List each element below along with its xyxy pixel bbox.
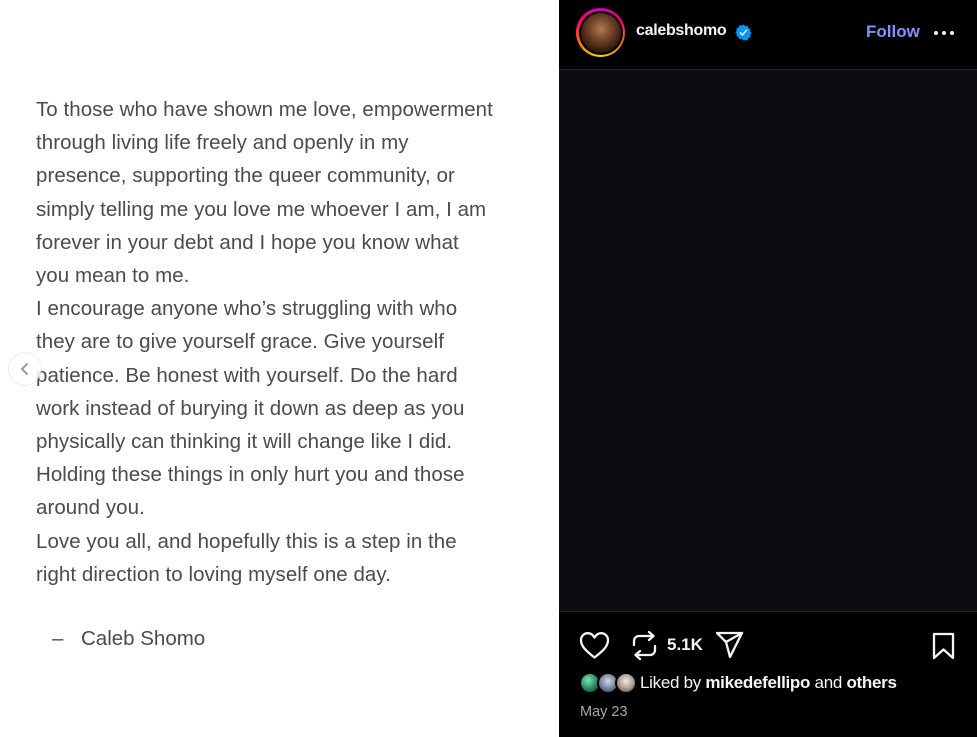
post-text-line: Holding these things in only hurt you an…	[36, 463, 465, 487]
post-text-line: I encourage anyone who’s struggling with…	[36, 297, 458, 321]
username-link[interactable]: calebshomo	[636, 22, 727, 40]
post-header: calebshomo Follow	[559, 0, 977, 70]
post-text-line: patience. Be honest with yourself. Do th…	[36, 363, 458, 387]
bookmark-icon[interactable]	[931, 632, 956, 660]
signature-dash: –	[52, 627, 64, 650]
post-image-text: To those who have shown me love, empower…	[36, 93, 536, 591]
post-signature: – Caleb Shomo	[52, 622, 205, 655]
post-side-panel: calebshomo Follow 5.1K Liked by mikedefe…	[559, 0, 977, 737]
liked-by-conjunction: and	[814, 673, 843, 692]
post-media: To those who have shown me love, empower…	[0, 0, 559, 737]
post-date[interactable]: May 23	[580, 704, 628, 720]
signature-name: Caleb Shomo	[81, 627, 206, 650]
avatar[interactable]	[576, 8, 625, 57]
repost-icon[interactable]	[630, 630, 659, 661]
post-text-line: forever in your debt and I hope you know…	[36, 230, 459, 254]
post-text-line: right direction to loving myself one day…	[36, 562, 391, 586]
liked-by-user-link[interactable]: mikedefellipo	[705, 673, 810, 692]
carousel-prev-button[interactable]	[9, 353, 41, 385]
avatar-image	[580, 12, 621, 53]
post-text-line: simply telling me you love me whoever I …	[36, 197, 487, 221]
post-text-line: they are to give yourself grace. Give yo…	[36, 330, 444, 354]
follow-button[interactable]: Follow	[866, 22, 920, 42]
liked-by-prefix: Liked by	[640, 673, 701, 692]
post-text-line: around you.	[36, 496, 145, 520]
send-icon[interactable]	[715, 631, 744, 660]
post-text-line: work instead of burying it down as deep …	[36, 396, 465, 420]
heart-icon[interactable]	[579, 631, 610, 660]
liked-by-others-link[interactable]: others	[846, 673, 896, 692]
post-text-line: To those who have shown me love, empower…	[36, 98, 493, 121]
chevron-left-icon	[21, 363, 28, 375]
avatar-ring-gap	[578, 10, 623, 55]
post-text-line: physically can thinking it will change l…	[36, 430, 453, 454]
liked-by-text: Liked by mikedefellipo and others	[640, 673, 897, 693]
more-options-icon[interactable]	[933, 24, 955, 42]
verified-badge-icon	[735, 24, 752, 41]
liker-avatars[interactable]	[579, 672, 637, 694]
post-text-line: you mean to me.	[36, 264, 190, 288]
repost-count[interactable]: 5.1K	[667, 635, 703, 655]
liker-avatar	[615, 672, 637, 694]
post-text-line: presence, supporting the queer community…	[36, 164, 455, 188]
post-actions-bar: 5.1K Liked by mikedefellipo and others M…	[559, 611, 977, 737]
post-text-line: through living life freely and openly in…	[36, 131, 409, 155]
post-text-line: Love you all, and hopefully this is a st…	[36, 529, 457, 553]
